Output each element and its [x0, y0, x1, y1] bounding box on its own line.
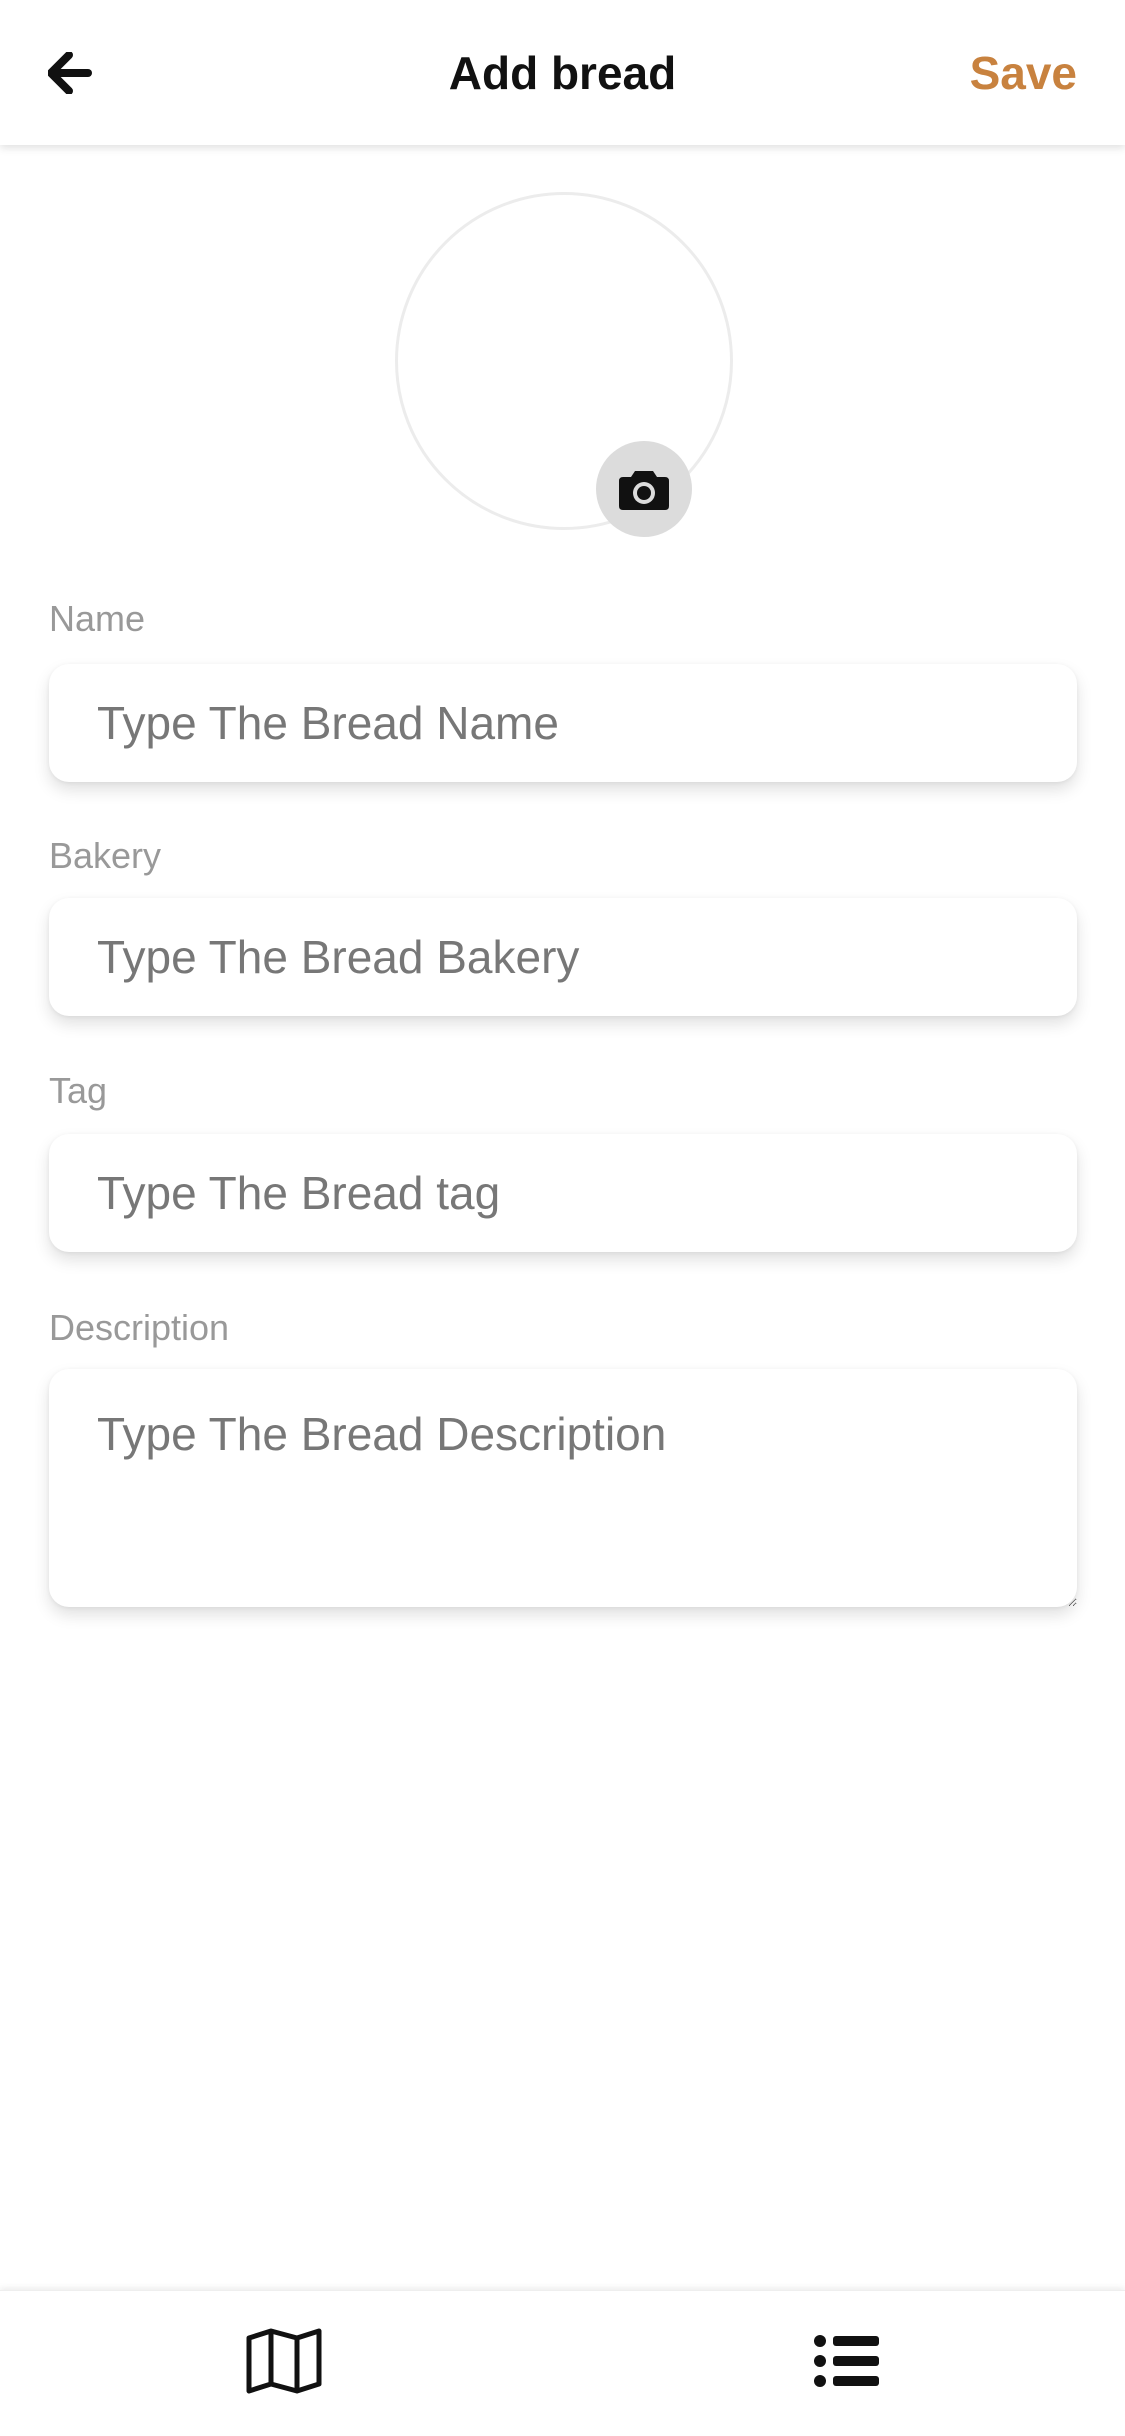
description-label: Description: [49, 1307, 230, 1348]
bakery-label: Bakery: [49, 835, 162, 876]
name-label: Name: [49, 598, 146, 639]
name-input[interactable]: [49, 664, 1077, 782]
page-title: Add bread: [448, 47, 677, 99]
save-button[interactable]: Save: [970, 40, 1077, 106]
description-textarea[interactable]: [49, 1369, 1077, 1607]
list-icon: [814, 2335, 879, 2387]
map-icon: [246, 2328, 322, 2394]
back-button[interactable]: [40, 40, 100, 106]
tag-input[interactable]: [49, 1134, 1077, 1252]
top-bar: Add bread Save: [0, 0, 1125, 145]
add-photo-button[interactable]: [596, 441, 692, 537]
arrow-left-icon: [48, 52, 92, 94]
nav-map-button[interactable]: [234, 2321, 334, 2401]
nav-list-button[interactable]: [796, 2321, 896, 2401]
tag-label: Tag: [49, 1070, 108, 1111]
add-bread-screen: Add bread Save Name Bakery Tag Descripti…: [0, 0, 1125, 2436]
bottom-navigation: [0, 2290, 1125, 2436]
bakery-input[interactable]: [49, 898, 1077, 1016]
camera-icon: [619, 471, 669, 510]
